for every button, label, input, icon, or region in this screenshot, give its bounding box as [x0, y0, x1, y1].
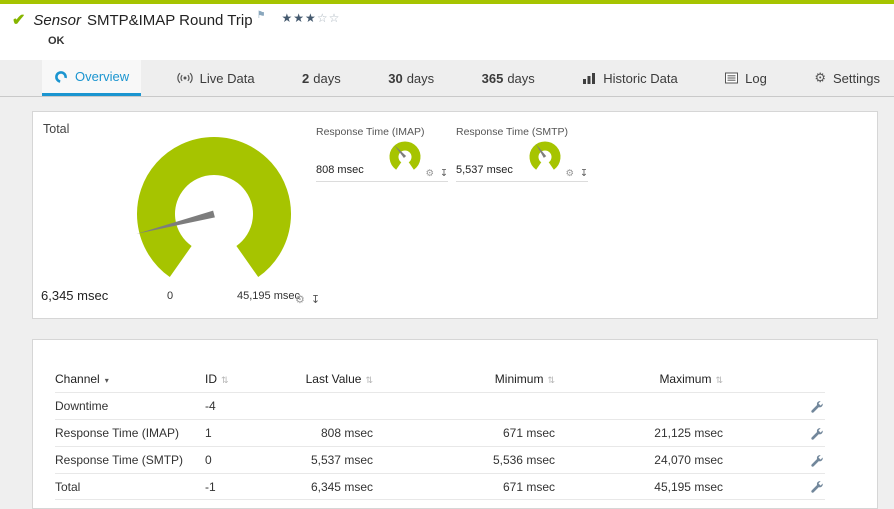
- sensor-kind: Sensor: [33, 11, 81, 29]
- sort-icon: ⇅: [221, 375, 229, 385]
- total-gauge-label: Total: [43, 122, 70, 136]
- broadcast-icon: [176, 72, 193, 84]
- table-header-row: Channel ▾ ID ⇅ Last Value ⇅ Minimum ⇅ Maximu…: [55, 366, 825, 392]
- tab-label: Live Data: [199, 70, 255, 86]
- table-row-downtime: Downtime -4: [55, 392, 825, 419]
- channel-last-value: 6,345 msec: [310, 479, 373, 494]
- channel-minimum: 671 msec: [502, 426, 555, 440]
- smtp-gauge-value: 5,537 msec: [456, 164, 513, 176]
- rating-stars[interactable]: ★★★☆☆: [282, 11, 341, 25]
- smtp-gauge: [522, 138, 568, 183]
- tab-label: Historic Data: [603, 70, 678, 86]
- total-gauge-value: 6,345 msec: [41, 288, 109, 303]
- tab-num: 365: [481, 70, 504, 86]
- tab-label: days: [507, 70, 535, 86]
- stars-filled: ★★★: [281, 11, 317, 25]
- total-gauge-min: 0: [167, 290, 174, 302]
- channel-minimum: 5,536 msec: [492, 453, 555, 467]
- sort-icon: ⇅: [715, 375, 723, 385]
- tab-label: Log: [745, 70, 767, 86]
- total-gauge-max: 45,195 msec: [237, 290, 300, 302]
- column-header-last-value[interactable]: Last Value ⇅: [303, 372, 373, 386]
- channel-maximum: 21,125 msec: [654, 426, 723, 440]
- channel-id: 0: [205, 453, 212, 467]
- channel-settings-wrench-icon[interactable]: [810, 480, 823, 493]
- column-header-minimum[interactable]: Minimum ⇅: [373, 372, 555, 386]
- channels-panel: Channel ▾ ID ⇅ Last Value ⇅ Minimum ⇅ Maximu…: [32, 339, 878, 509]
- sort-desc-icon: ▾: [104, 376, 109, 385]
- stars-empty: ☆☆: [316, 11, 341, 25]
- total-gauge-pin-icon[interactable]: ↧: [311, 293, 320, 306]
- tab-label: Settings: [832, 70, 880, 86]
- tab-2-days[interactable]: 2 days: [290, 60, 353, 96]
- status-badge: OK: [48, 35, 65, 47]
- sensor-header: ✔ Sensor SMTP&IMAP Round Trip ⚑ ★★★☆☆ OK: [0, 4, 894, 60]
- tab-bar: Overview Live Data 2 days 30 days 365 days …: [0, 60, 894, 97]
- channel-settings-wrench-icon[interactable]: [810, 454, 823, 467]
- column-header-maximum[interactable]: Maximum ⇅: [555, 372, 723, 386]
- tab-log[interactable]: Log: [713, 60, 779, 96]
- channel-name: Downtime: [55, 399, 109, 413]
- total-gauge: [114, 122, 314, 312]
- bar-chart-icon: [582, 72, 596, 84]
- sort-icon: ⇅: [365, 375, 373, 385]
- channel-name: Response Time (IMAP): [55, 426, 180, 440]
- tab-label: Overview: [75, 69, 130, 84]
- tab-historic-data[interactable]: Historic Data: [570, 60, 689, 96]
- channel-last-value: 5,537 msec: [310, 453, 373, 467]
- tab-overview[interactable]: Overview: [42, 60, 142, 96]
- channel-id: -4: [205, 399, 216, 413]
- channel-name: Total: [55, 479, 81, 494]
- imap-gauge-group: Response Time (IMAP) 808 msec ⚙ ↧: [316, 126, 448, 182]
- total-gauge-settings-icon[interactable]: ⚙: [295, 293, 305, 306]
- channel-minimum: 671 msec: [502, 479, 555, 494]
- sort-icon: ⇅: [547, 375, 555, 385]
- channel-name: Response Time (SMTP): [55, 453, 184, 467]
- smtp-gauge-settings-icon[interactable]: ⚙: [566, 168, 575, 179]
- overview-gauge-icon: [54, 70, 68, 84]
- channel-maximum: 45,195 msec: [654, 479, 723, 494]
- gauges-panel: Total 6,345 msec 0 45,195 msec ⚙ ↧ Respo…: [32, 111, 878, 319]
- channel-settings-wrench-icon[interactable]: [810, 427, 823, 440]
- table-row-imap: Response Time (IMAP) 1 808 msec 671 msec…: [55, 419, 825, 446]
- tab-label: days: [313, 70, 341, 86]
- table-row-total: Total -1 6,345 msec 671 msec 45,195 msec: [55, 473, 825, 500]
- imap-gauge-label: Response Time (IMAP): [316, 126, 425, 138]
- tab-settings[interactable]: ⚙ Settings: [802, 60, 892, 96]
- smtp-gauge-pin-icon[interactable]: ↧: [580, 168, 588, 179]
- total-gauge-arc: [137, 137, 291, 278]
- tab-num: 30: [388, 70, 403, 86]
- status-check-icon: ✔: [12, 12, 26, 29]
- channel-id: 1: [205, 426, 212, 440]
- channel-maximum: 24,070 msec: [654, 453, 723, 467]
- imap-gauge-value: 808 msec: [316, 164, 364, 176]
- table-row-smtp: Response Time (SMTP) 0 5,537 msec 5,536 …: [55, 446, 825, 473]
- gear-icon: ⚙: [814, 70, 826, 85]
- tab-live-data[interactable]: Live Data: [165, 60, 267, 96]
- flag-icon[interactable]: ⚑: [257, 10, 266, 21]
- tab-30-days[interactable]: 30 days: [376, 60, 446, 96]
- column-header-id[interactable]: ID ⇅: [205, 372, 303, 386]
- smtp-gauge-label: Response Time (SMTP): [456, 126, 569, 138]
- tab-num: 2: [302, 70, 310, 86]
- log-list-icon: [725, 72, 739, 84]
- tab-365-days[interactable]: 365 days: [470, 60, 547, 96]
- channel-settings-wrench-icon[interactable]: [810, 400, 823, 413]
- smtp-gauge-group: Response Time (SMTP) 5,537 msec ⚙ ↧: [456, 126, 588, 182]
- imap-gauge: [382, 138, 428, 183]
- channels-table: Channel ▾ ID ⇅ Last Value ⇅ Minimum ⇅ Maximu…: [55, 366, 825, 500]
- imap-gauge-settings-icon[interactable]: ⚙: [426, 168, 435, 179]
- sensor-title: SMTP&IMAP Round Trip: [86, 11, 253, 29]
- imap-gauge-pin-icon[interactable]: ↧: [440, 168, 448, 179]
- channel-id: -1: [205, 479, 216, 494]
- tab-label: days: [406, 70, 435, 86]
- channel-last-value: 808 msec: [320, 426, 373, 440]
- column-header-channel[interactable]: Channel ▾: [55, 372, 205, 386]
